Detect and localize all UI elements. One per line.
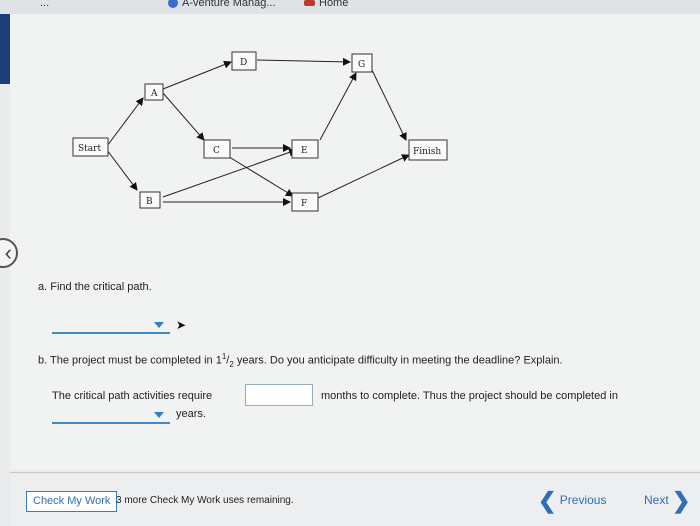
home-icon [304,0,315,7]
node-f: F [291,192,319,212]
chevron-left-icon: ‹ [4,240,12,265]
node-d: D [231,51,257,71]
chevron-left-icon: ❮ [538,488,557,513]
tab-home-label: Home [319,0,349,9]
edge-g-finish [369,65,407,141]
question-a-text: a. Find the critical path. [38,281,152,293]
browser-toolbar: ... A-venture Manag... Home [0,0,700,15]
node-finish-label: Finish [413,147,441,157]
remaining-uses-text: 3 more Check My Work uses remaining. [116,495,294,506]
node-finish: Finish [408,139,448,161]
node-f-label: F [301,199,307,209]
tab-1[interactable]: ... [40,0,49,9]
footer-bar: Check My Work 3 more Check My Work uses … [10,472,700,526]
node-c: C [203,139,231,159]
node-d-label: D [240,58,247,68]
node-e-label: E [301,146,308,156]
next-button[interactable]: Next ❯ [644,488,690,514]
next-label: Next [644,493,669,508]
node-start-label: Start [78,144,101,154]
edge-a-d [162,60,232,90]
tab-home[interactable]: Home [304,0,348,9]
mouse-cursor-icon: ➤ [176,318,187,332]
check-my-work-button[interactable]: Check My Work [26,491,118,512]
line2-post-text: years. [176,408,206,420]
months-input[interactable] [245,384,313,406]
left-accent-strip [0,14,10,84]
edge-e-g [319,72,357,141]
previous-button[interactable]: ❮ Previous [538,488,606,514]
edge-f-finish [317,154,410,199]
question-b-text-post: years. Do you anticipate difficulty in m… [233,354,563,367]
edge-start-a [106,97,144,147]
network-edges [106,57,410,206]
node-c-label: C [213,146,220,156]
chevron-right-icon: ❯ [672,488,691,513]
tab-venture[interactable]: A-venture Manag... [168,0,276,9]
node-g: G [351,53,373,73]
node-start: Start [72,137,109,157]
previous-label: Previous [559,493,607,508]
critical-path-dropdown[interactable] [52,318,170,334]
node-e: E [291,139,319,159]
edge-a-c [162,92,205,141]
line1-post-text: months to complete. Thus the project sho… [321,390,618,402]
tab-venture-label: A-venture Manag... [182,0,276,9]
edge-start-b [106,149,138,191]
fraction-numerator: 1 [221,352,227,361]
node-a-label: A [150,89,158,99]
node-g-label: G [358,60,365,70]
edge-d-g [256,57,351,66]
node-b: B [139,191,161,209]
question-b-text: b. The project must be completed in 11/2… [38,352,563,369]
deadline-dropdown[interactable] [52,408,170,424]
node-b-label: B [146,197,153,207]
line1-pre-text: The critical path activities require [52,390,213,402]
node-a: A [144,83,164,101]
question-b-text-pre: b. The project must be completed in 1 [38,354,222,367]
edge-c-f [225,154,294,197]
dropdown-arrow-icon [154,322,164,328]
dropdown-arrow-icon [154,412,164,418]
site-icon [168,0,178,9]
